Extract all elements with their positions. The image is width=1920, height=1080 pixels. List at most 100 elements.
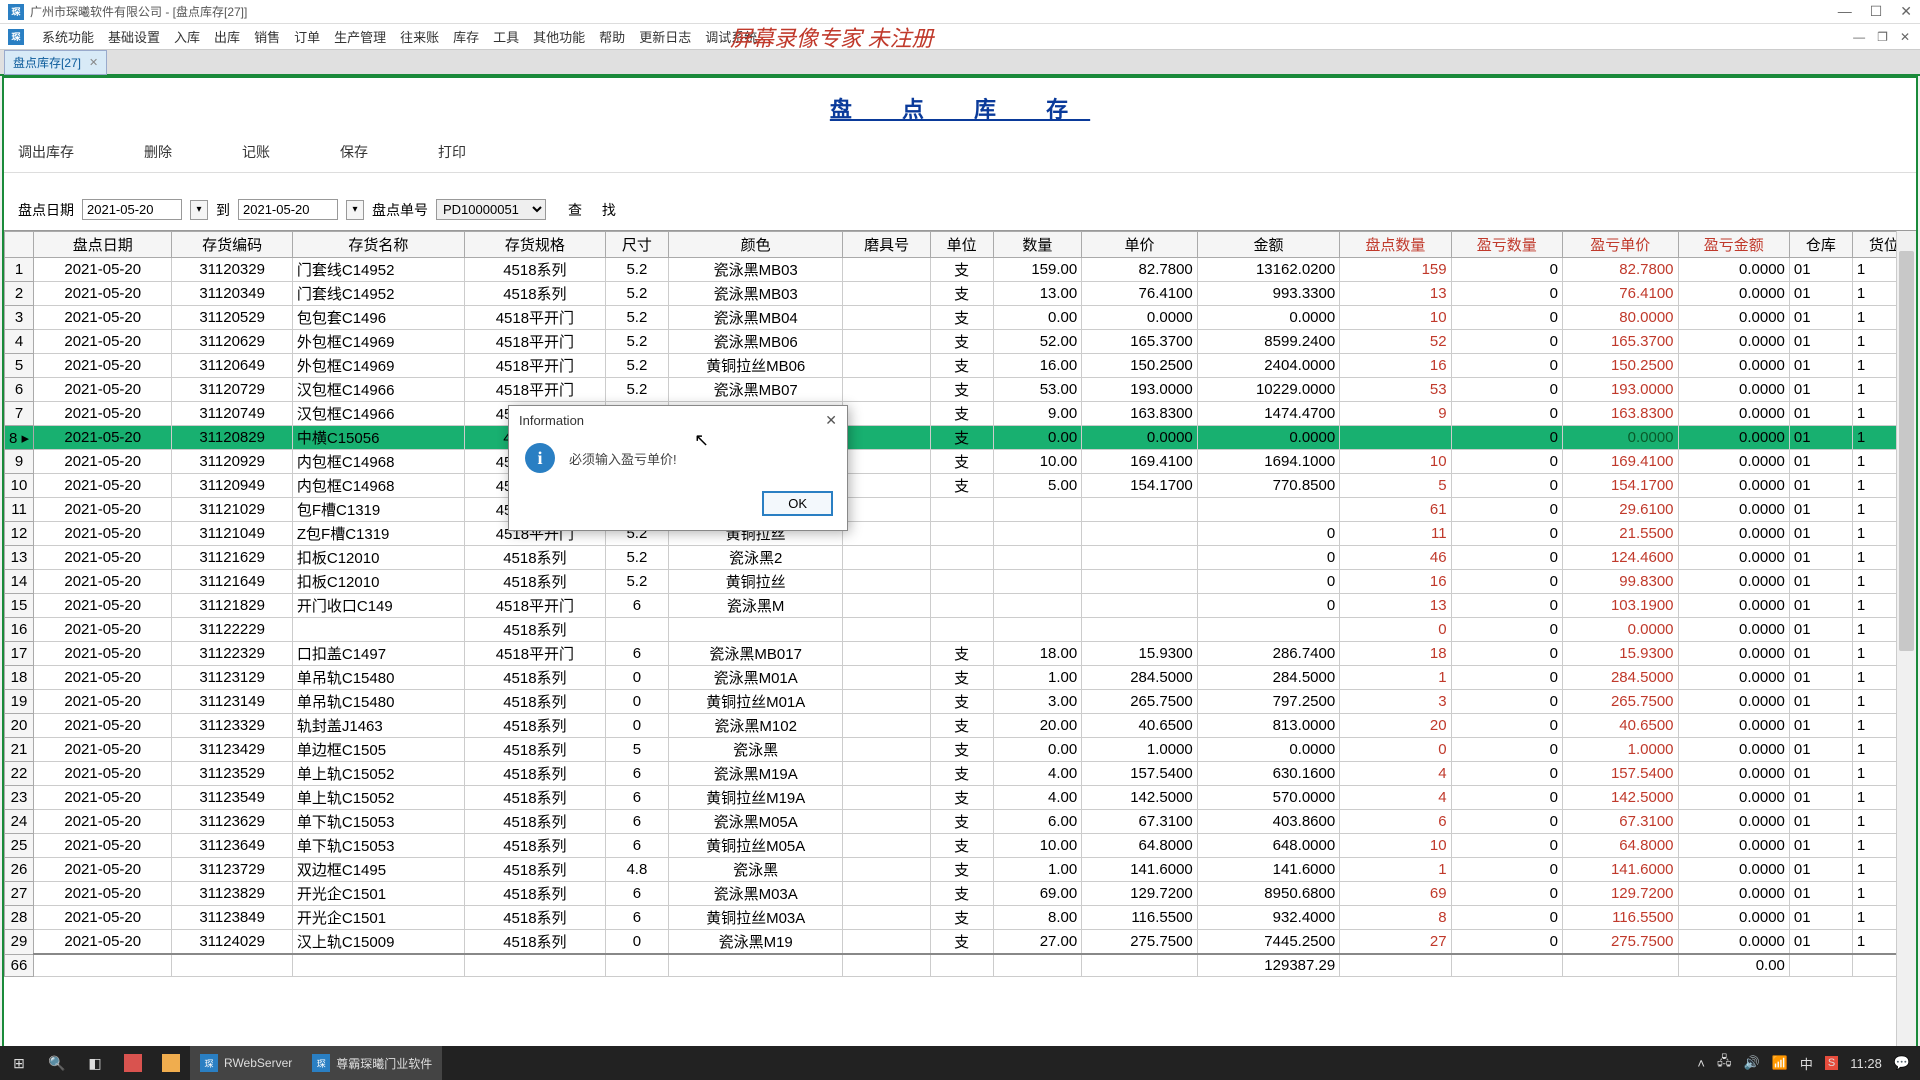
tab-label: 盘点库存[27] (13, 54, 81, 71)
tray-notifications-icon[interactable]: 💬 (1894, 1055, 1910, 1071)
table-row[interactable]: 23 2021-05-2031123549单上轨C150524518系列 6黄铜… (5, 786, 1916, 810)
table-row[interactable]: 19 2021-05-2031123149单吊轨C154804518系列 0黄铜… (5, 690, 1916, 714)
menu-changelog[interactable]: 更新日志 (639, 27, 691, 46)
table-row[interactable]: 27 2021-05-2031123829开光企C15014518系列 6瓷泳黑… (5, 882, 1916, 906)
table-row[interactable]: 10 2021-05-2031120949内包框C149684518平开门 5.… (5, 474, 1916, 498)
table-row[interactable]: 20 2021-05-2031123329轨封盖J14634518系列 0瓷泳黑… (5, 714, 1916, 738)
table-row[interactable]: 18 2021-05-2031123129单吊轨C154804518系列 0瓷泳… (5, 666, 1916, 690)
content: 盘 点 库 存 调出库存 删除 记账 保存 打印 盘点日期 ▾ 到 ▾ 盘点单号… (2, 76, 1918, 1054)
tab-inventory[interactable]: 盘点库存[27] ✕ (4, 50, 107, 75)
mdi-minimize-icon[interactable]: — (1853, 30, 1865, 44)
table-row[interactable]: 9 2021-05-2031120929内包框C149684518平开门 5.2… (5, 450, 1916, 474)
btn-save[interactable]: 保存 (340, 142, 368, 162)
menu-out[interactable]: 出库 (214, 27, 240, 46)
start-button[interactable]: ⊞ (0, 1046, 38, 1080)
tabbar: 盘点库存[27] ✕ (0, 50, 1920, 76)
table-row[interactable]: 2 2021-05-2031120349门套线C149524518系列 5.2瓷… (5, 282, 1916, 306)
menu-other[interactable]: 其他功能 (533, 27, 585, 46)
btn-record[interactable]: 记账 (242, 142, 270, 162)
dialog-ok-button[interactable]: OK (762, 491, 833, 516)
dialog-message: 必须输入盈亏单价! (569, 449, 677, 468)
table-row[interactable]: 3 2021-05-2031120529包包套C14964518平开门 5.2瓷… (5, 306, 1916, 330)
total-row: 66 129387.290.00 (5, 954, 1916, 976)
table-row[interactable]: 24 2021-05-2031123629单下轨C150534518系列 6瓷泳… (5, 810, 1916, 834)
tray-volume-icon[interactable]: 🔊 (1744, 1055, 1760, 1071)
menu-basic[interactable]: 基础设置 (108, 27, 160, 46)
search-button[interactable]: 查 找 (568, 200, 624, 220)
data-grid[interactable]: 盘点日期存货编码存货名称存货规格尺寸颜色磨具号单位数量单价金额盘点数量盈亏数量盈… (4, 231, 1916, 977)
table-row[interactable]: 1 2021-05-2031120329门套线C149524518系列 5.2瓷… (5, 258, 1916, 282)
app1-icon (124, 1054, 142, 1072)
table-row[interactable]: 28 2021-05-2031123849开光企C15014518系列 6黄铜拉… (5, 906, 1916, 930)
mdi-close-icon[interactable]: ✕ (1900, 30, 1910, 44)
taskbar-mainapp[interactable]: 琛尊霸琛曦门业软件 (302, 1046, 442, 1080)
tab-close-icon[interactable]: ✕ (89, 56, 98, 69)
tray-time[interactable]: 11:28 (1850, 1056, 1882, 1071)
menu-tools[interactable]: 工具 (493, 27, 519, 46)
system-tray: ˄ 🖧 🔊 📶 中 S 11:28 💬 (1697, 1052, 1920, 1074)
table-row[interactable]: 4 2021-05-2031120629外包框C149694518平开门 5.2… (5, 330, 1916, 354)
tray-up-icon[interactable]: ˄ (1697, 1056, 1705, 1071)
dialog-close-icon[interactable]: ✕ (825, 412, 837, 429)
menu-order[interactable]: 订单 (294, 27, 320, 46)
vertical-scrollbar[interactable] (1896, 231, 1916, 1052)
table-row[interactable]: 22 2021-05-2031123529单上轨C150524518系列 6瓷泳… (5, 762, 1916, 786)
toolbar: 调出库存 删除 记账 保存 打印 (4, 132, 1916, 173)
date-to-picker-icon[interactable]: ▾ (346, 200, 364, 220)
menu-in[interactable]: 入库 (174, 27, 200, 46)
taskbar-app1[interactable] (114, 1046, 152, 1080)
tray-network-icon[interactable]: 🖧 (1717, 1052, 1732, 1074)
table-row[interactable]: 7 2021-05-2031120749汉包框C149664518平开门 5.2… (5, 402, 1916, 426)
order-select[interactable]: PD10000051 (436, 199, 546, 220)
watermark: 屏幕录像专家 未注册 (730, 21, 934, 53)
table-row[interactable]: 11 2021-05-2031121029包F槽C13194518平开门 5.2… (5, 498, 1916, 522)
maximize-icon[interactable]: ☐ (1870, 3, 1883, 20)
date-from-picker-icon[interactable]: ▾ (190, 200, 208, 220)
mainapp-icon: 琛 (312, 1054, 330, 1072)
search-button[interactable]: 🔍 (38, 1046, 76, 1080)
table-row[interactable]: 5 2021-05-2031120649外包框C149694518平开门 5.2… (5, 354, 1916, 378)
btn-export[interactable]: 调出库存 (18, 142, 74, 162)
taskbar-app2[interactable] (152, 1046, 190, 1080)
rweb-icon: 琛 (200, 1054, 218, 1072)
btn-delete[interactable]: 删除 (144, 142, 172, 162)
tray-wifi-icon[interactable]: 📶 (1772, 1055, 1788, 1071)
date-from-input[interactable] (82, 199, 182, 220)
page-title: 盘 点 库 存 (4, 78, 1916, 132)
filter-bar: 盘点日期 ▾ 到 ▾ 盘点单号 PD10000051 查 找 (4, 193, 1916, 230)
table-row[interactable]: 16 2021-05-20311222294518系列 000.00000.00… (5, 618, 1916, 642)
titlebar: 琛 广州市琛曦软件有限公司 - [盘点库存[27]] — ☐ ✕ (0, 0, 1920, 24)
taskbar: ⊞ 🔍 ◧ 琛RWebServer 琛尊霸琛曦门业软件 ˄ 🖧 🔊 📶 中 S … (0, 1046, 1920, 1080)
table-row[interactable]: 26 2021-05-2031123729双边框C14954518系列 4.8瓷… (5, 858, 1916, 882)
table-row[interactable]: 21 2021-05-2031123429单边框C15054518系列 5瓷泳黑… (5, 738, 1916, 762)
table-row[interactable]: 13 2021-05-2031121629扣板C120104518系列 5.2瓷… (5, 546, 1916, 570)
table-row[interactable]: 29 2021-05-2031124029汉上轨C150094518系列 0瓷泳… (5, 930, 1916, 955)
tray-sogou-icon[interactable]: S (1825, 1056, 1838, 1070)
info-dialog: Information ✕ i 必须输入盈亏单价! OK (508, 405, 848, 531)
menu-help[interactable]: 帮助 (599, 27, 625, 46)
window-title: 广州市琛曦软件有限公司 - [盘点库存[27]] (30, 3, 247, 20)
menu-sales[interactable]: 销售 (254, 27, 280, 46)
menu-stock[interactable]: 库存 (453, 27, 479, 46)
menu-system[interactable]: 系统功能 (42, 27, 94, 46)
table-row[interactable]: 6 2021-05-2031120729汉包框C149664518平开门 5.2… (5, 378, 1916, 402)
table-row[interactable]: 17 2021-05-2031122329口扣盖C14974518平开门 6瓷泳… (5, 642, 1916, 666)
date-to-input[interactable] (238, 199, 338, 220)
table-row[interactable]: 8 ▸ 2021-05-2031120829中横C150564518系列 0瓷泳… (5, 426, 1916, 450)
menu-production[interactable]: 生产管理 (334, 27, 386, 46)
minimize-icon[interactable]: — (1838, 3, 1852, 20)
menu-accounts[interactable]: 往来账 (400, 27, 439, 46)
mdi-restore-icon[interactable]: ❐ (1877, 30, 1888, 44)
table-row[interactable]: 25 2021-05-2031123649单下轨C150534518系列 6黄铜… (5, 834, 1916, 858)
table-row[interactable]: 15 2021-05-2031121829开门收口C1494518平开门 6瓷泳… (5, 594, 1916, 618)
btn-print[interactable]: 打印 (438, 142, 466, 162)
table-row[interactable]: 14 2021-05-2031121649扣板C120104518系列 5.2黄… (5, 570, 1916, 594)
taskview-button[interactable]: ◧ (76, 1046, 114, 1080)
taskbar-rwebserver[interactable]: 琛RWebServer (190, 1046, 302, 1080)
info-icon: i (525, 443, 555, 473)
tray-ime[interactable]: 中 (1800, 1054, 1813, 1073)
close-icon[interactable]: ✕ (1900, 3, 1912, 20)
to-label: 到 (216, 200, 230, 220)
scrollbar-thumb[interactable] (1899, 251, 1914, 651)
table-row[interactable]: 12 2021-05-2031121049Z包F槽C13194518平开门 5.… (5, 522, 1916, 546)
